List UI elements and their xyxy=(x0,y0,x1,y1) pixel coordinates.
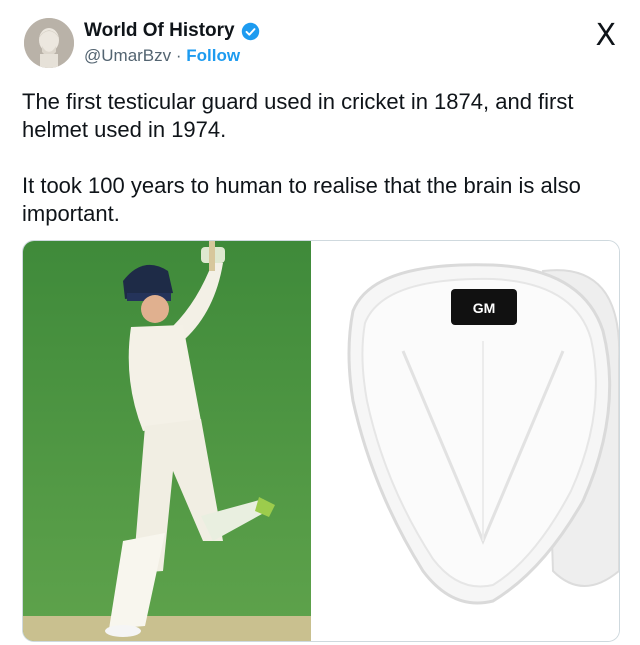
handle[interactable]: @UmarBzv xyxy=(84,46,171,65)
bust-avatar-image xyxy=(24,18,74,68)
handle-row: @UmarBzv · Follow xyxy=(84,46,240,66)
display-name[interactable]: World Of History xyxy=(84,20,235,42)
x-logo-icon[interactable]: X xyxy=(595,18,616,53)
tweet-paragraph-2: It took 100 years to human to realise th… xyxy=(22,173,581,226)
verified-badge-icon xyxy=(241,22,259,40)
cricket-batsman-photo xyxy=(23,241,311,641)
guard-brand-label: GM xyxy=(473,300,496,316)
media-composite-image: GM xyxy=(23,241,619,641)
tweet-media[interactable]: GM xyxy=(22,240,620,642)
tweet-paragraph-1: The first testicular guard used in crick… xyxy=(22,89,574,142)
separator-dot: · xyxy=(171,46,187,65)
avatar[interactable] xyxy=(24,18,74,68)
tweet-text: The first testicular guard used in crick… xyxy=(22,88,622,256)
author-name-row: World Of History xyxy=(84,20,260,42)
follow-button[interactable]: Follow xyxy=(186,46,240,65)
testicular-guard-photo xyxy=(315,241,619,641)
